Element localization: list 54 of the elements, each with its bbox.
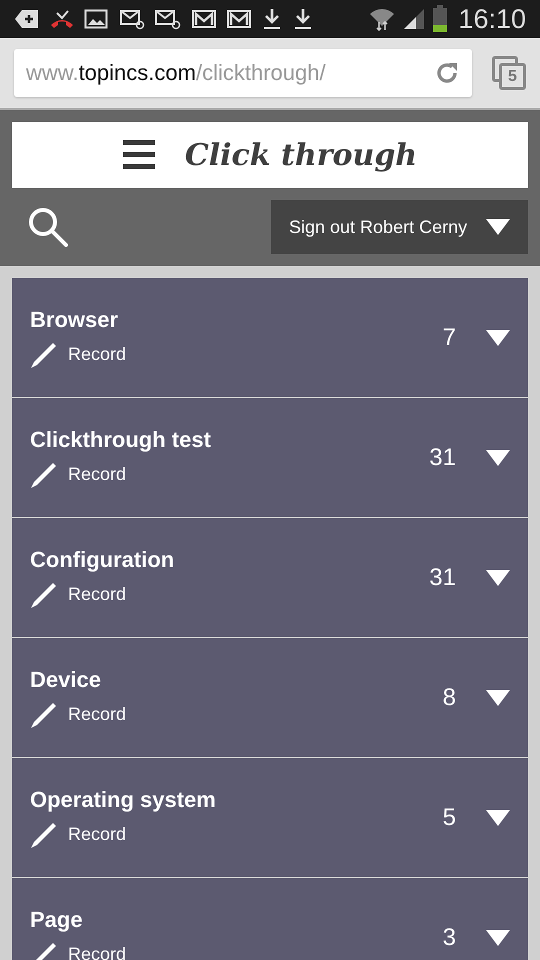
sign-out-button[interactable]: Sign out Robert Cerny: [271, 200, 528, 254]
expand-caret-icon[interactable]: [486, 330, 510, 346]
record-link[interactable]: Record: [68, 704, 126, 725]
category-row[interactable]: Operating system Record 5: [12, 758, 528, 877]
count: 3: [442, 924, 456, 952]
category-title: Device: [30, 666, 102, 692]
record-link[interactable]: Record: [68, 344, 126, 365]
image-icon: [84, 8, 108, 30]
expand-caret-icon[interactable]: [486, 570, 510, 586]
menu-icon[interactable]: [122, 140, 155, 170]
record-link[interactable]: Record: [68, 464, 126, 485]
address-field[interactable]: www.topincs.com/clickthrough/: [14, 49, 472, 97]
search-icon[interactable]: [26, 205, 70, 249]
caret-icon: [486, 219, 510, 235]
expand-caret-icon[interactable]: [486, 450, 510, 466]
record-link[interactable]: Record: [68, 824, 126, 845]
missed-call-icon: [49, 8, 75, 30]
category-title: Operating system: [30, 786, 217, 812]
count: 7: [442, 324, 456, 352]
expand-caret-icon[interactable]: [486, 690, 510, 706]
mail-icon: [226, 8, 252, 30]
category-row[interactable]: Page Record 3: [12, 878, 528, 960]
record-link[interactable]: Record: [68, 944, 126, 960]
pencil-icon[interactable]: [30, 820, 58, 848]
clock: 16:10: [458, 4, 526, 34]
count: 8: [442, 684, 456, 712]
count: 31: [429, 564, 456, 592]
wifi-icon: [368, 6, 396, 32]
download-icon: [292, 7, 314, 31]
category-row[interactable]: Clickthrough test Record 31: [12, 398, 528, 517]
site-title: Click through: [184, 138, 418, 172]
record-link[interactable]: Record: [68, 584, 126, 605]
expand-caret-icon[interactable]: [486, 810, 510, 826]
add-tag-icon: [14, 8, 40, 30]
count: 31: [429, 444, 456, 472]
category-title: Browser: [30, 306, 120, 332]
expand-caret-icon[interactable]: [486, 930, 510, 946]
pencil-icon[interactable]: [30, 340, 58, 368]
category-title: Clickthrough test: [30, 426, 212, 452]
count: 5: [442, 804, 456, 832]
battery-icon: [432, 5, 448, 33]
category-row[interactable]: Device Record 8: [12, 638, 528, 757]
pencil-icon[interactable]: [30, 700, 58, 728]
mail-icon: [191, 8, 217, 30]
email-icon: [117, 8, 145, 30]
category-row[interactable]: Configuration Record 31: [12, 518, 528, 637]
pencil-icon[interactable]: [30, 580, 58, 608]
signal-icon: [402, 7, 426, 31]
category-title: Page: [30, 906, 84, 932]
email-icon: [154, 8, 182, 30]
download-icon: [261, 7, 283, 31]
category-row[interactable]: Browser Record 7: [12, 278, 528, 397]
category-title: Configuration: [30, 546, 176, 572]
pencil-icon[interactable]: [30, 460, 58, 488]
